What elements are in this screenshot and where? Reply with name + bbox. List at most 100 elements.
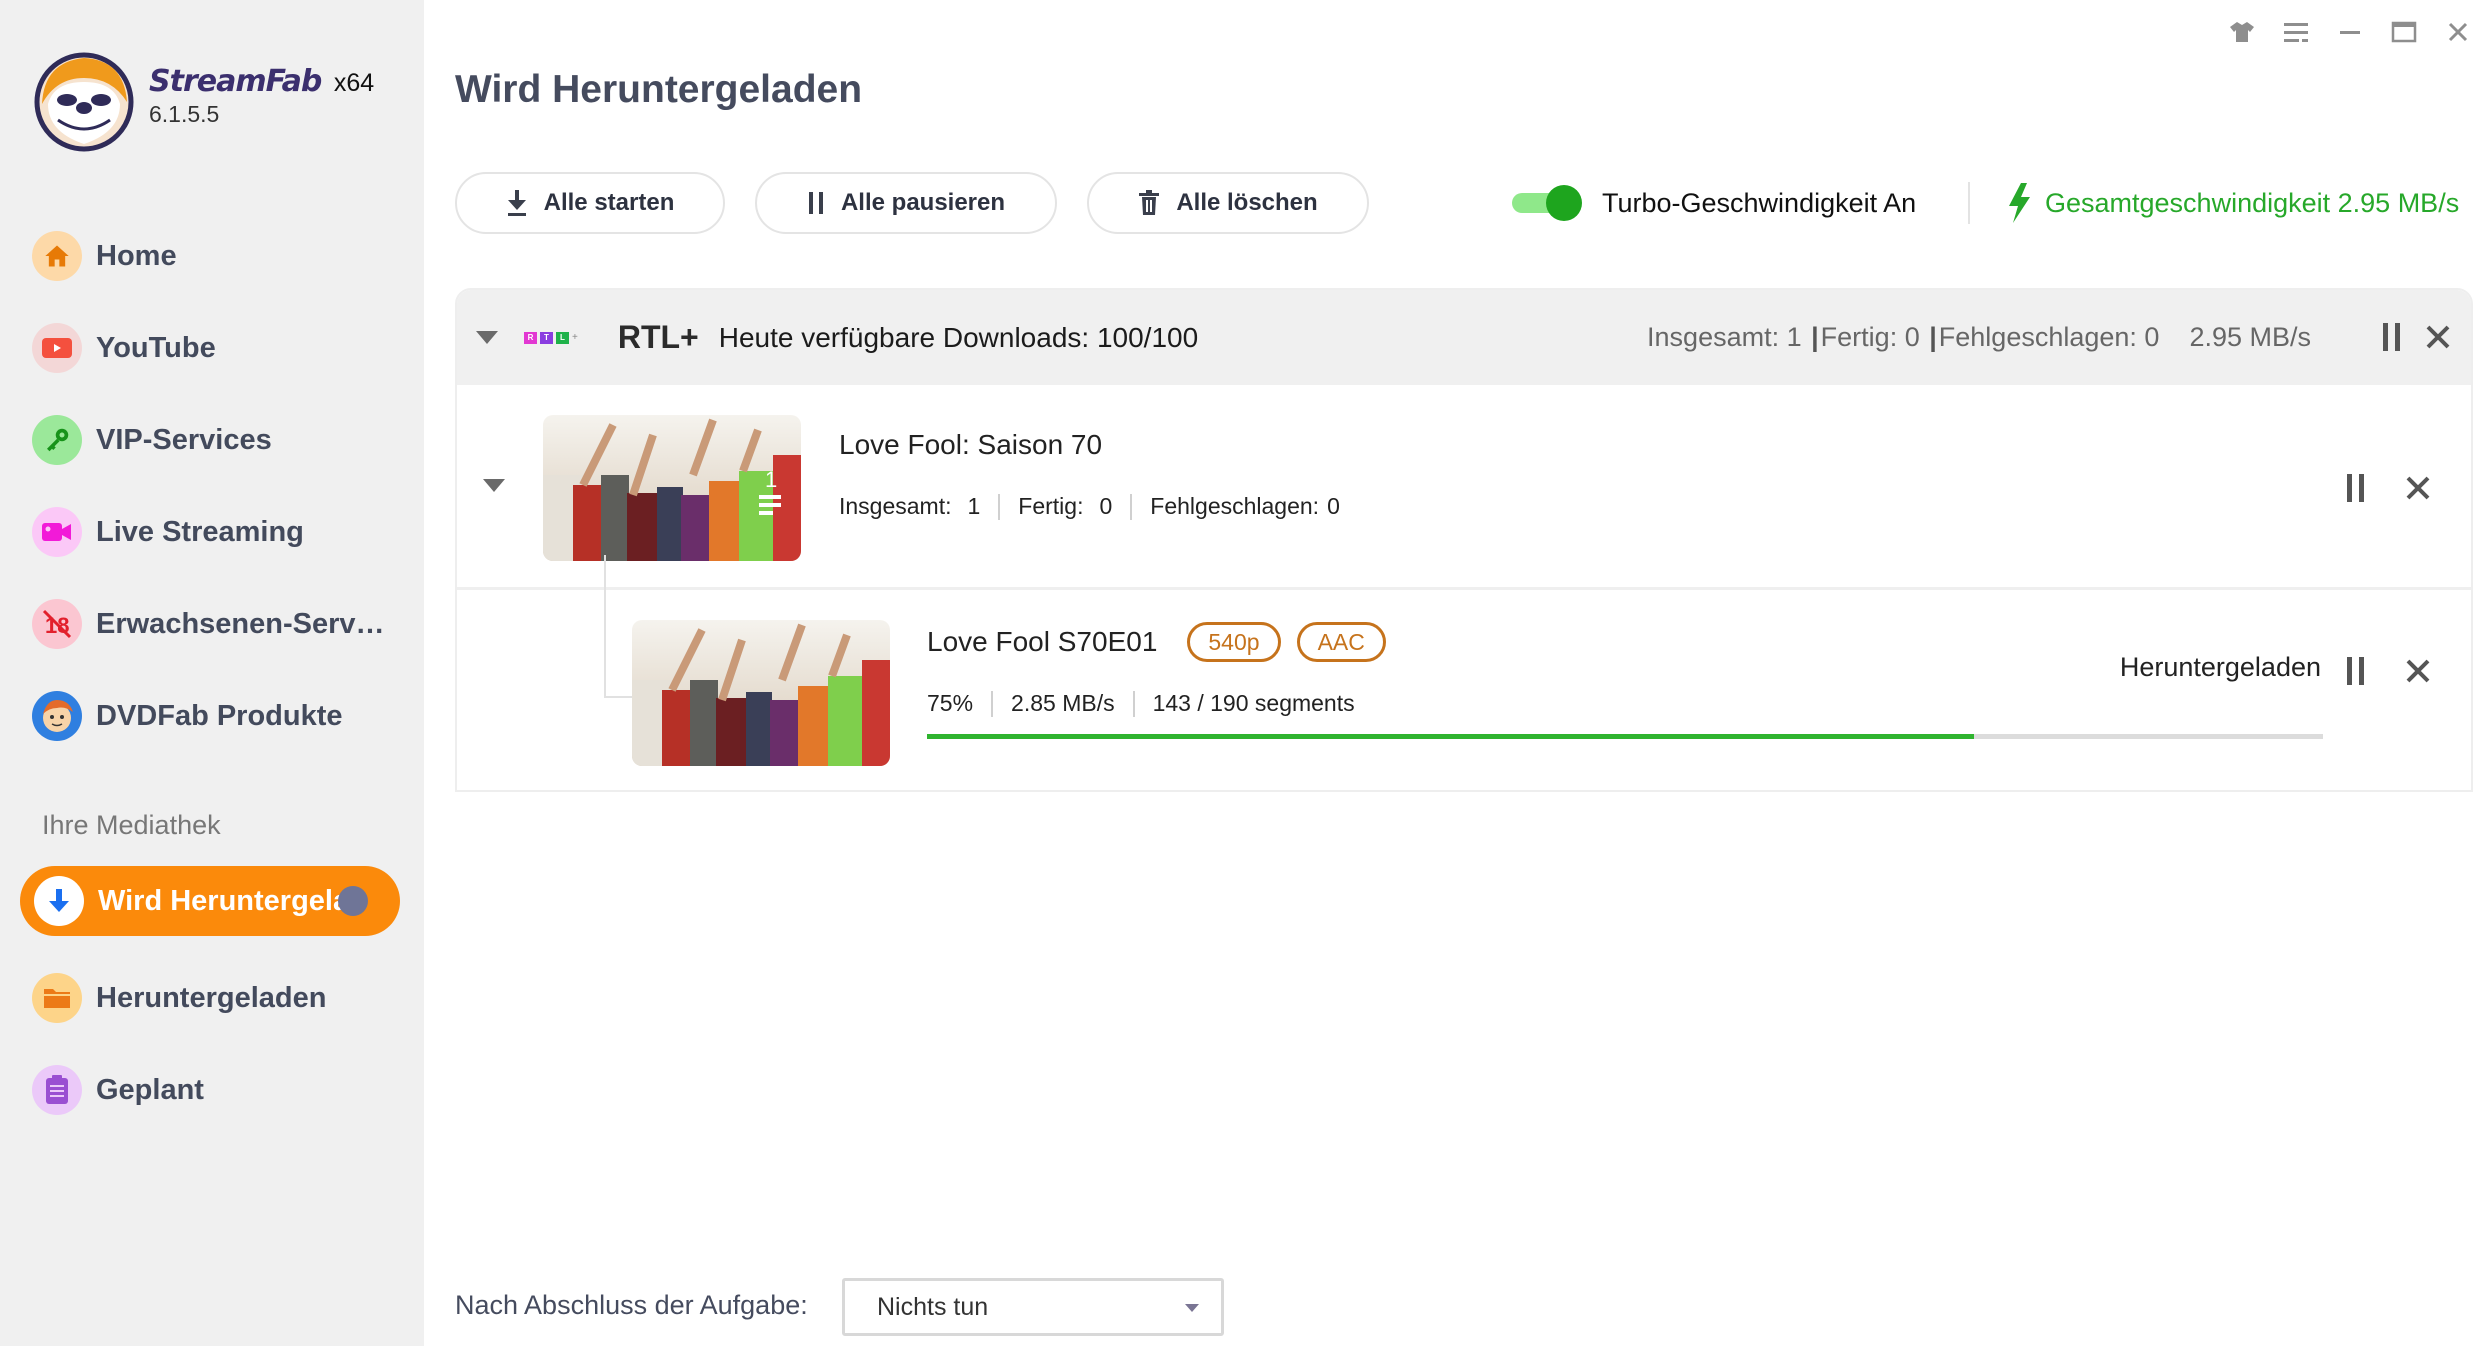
season-total-label: Insgesamt:	[839, 493, 952, 519]
chevron-down-icon	[1185, 1304, 1199, 1312]
sidebar: StreamFab x64 6.1.5.5 Home YouTube VIP-S…	[0, 0, 424, 1346]
rtl-logo-plus: +	[572, 332, 578, 343]
episode-title-line: Love Fool S70E01 540p AAC	[927, 622, 1386, 662]
sidebar-item-label: YouTube	[96, 331, 216, 364]
rtl-plus-logo: R T L +	[524, 331, 578, 344]
season-failed-value: 0	[1327, 493, 1340, 519]
group-done: Fertig: 0	[1820, 322, 1920, 352]
after-task-select[interactable]: Nichts tun	[842, 1278, 1224, 1336]
episode-status: Heruntergeladen	[2119, 652, 2321, 682]
page-title: Wird Heruntergeladen	[455, 68, 863, 111]
episode-thumbnail	[632, 620, 890, 766]
divider	[1968, 182, 1970, 224]
pause-all-label: Alle pausieren	[840, 189, 1006, 216]
schedule-list-icon	[32, 1065, 82, 1115]
close-icon[interactable]	[2442, 14, 2474, 50]
turbo-toggle[interactable]	[1510, 183, 1586, 223]
season-close-button[interactable]	[2405, 475, 2431, 501]
episode-title: Love Fool S70E01	[927, 626, 1158, 657]
after-task-value: Nichts tun	[877, 1292, 989, 1321]
dvdfab-icon	[32, 691, 82, 741]
group-pause-button[interactable]	[2381, 322, 2403, 352]
sidebar-item-youtube[interactable]: YouTube	[32, 318, 216, 378]
separator	[991, 690, 994, 717]
streamfab-logo	[34, 52, 134, 152]
window-controls	[2226, 14, 2474, 50]
total-speed: Gesamtgeschwindigkeit 2.95 MB/s	[2005, 180, 2459, 226]
sidebar-item-home[interactable]: Home	[32, 226, 177, 286]
library-section-label: Ihre Mediathek	[42, 810, 221, 840]
episode-count: 1	[765, 467, 777, 492]
download-progress-bar	[927, 734, 2323, 739]
maximize-icon[interactable]	[2388, 14, 2420, 50]
service-name: RTL+	[617, 319, 699, 355]
delete-all-label: Alle löschen	[1176, 189, 1318, 216]
brand-arch: x64	[333, 69, 375, 97]
brand-name: StreamFab	[149, 64, 322, 99]
after-task-label: Nach Abschluss der Aufgabe:	[455, 1290, 808, 1320]
pause-icon	[808, 192, 823, 214]
sidebar-item-label: Erwachsenen-Serv…	[96, 607, 385, 640]
quality-tag: 540p	[1187, 622, 1281, 662]
menu-icon[interactable]	[2280, 14, 2312, 50]
season-title: Love Fool: Saison 70	[839, 429, 1103, 460]
adult-18-icon: 18	[32, 599, 82, 649]
home-icon	[32, 231, 82, 281]
app-version: 6.1.5.5	[149, 101, 220, 127]
minimize-icon[interactable]	[2334, 14, 2366, 50]
group-failed: Fehlgeschlagen: 0	[1938, 322, 2160, 352]
separator	[1132, 690, 1135, 717]
total-speed-label: Gesamtgeschwindigkeit 2.95 MB/s	[2045, 187, 2460, 218]
separator	[998, 493, 1001, 520]
sidebar-item-scheduled[interactable]: Geplant	[32, 1060, 204, 1120]
group-total: Insgesamt: 1	[1647, 322, 1802, 352]
available-downloads: Heute verfügbare Downloads: 100/100	[718, 321, 1199, 353]
sidebar-item-downloaded[interactable]: Heruntergeladen	[32, 968, 326, 1028]
video-camera-icon	[32, 507, 82, 557]
app-window: StreamFab x64 6.1.5.5 Home YouTube VIP-S…	[0, 0, 2488, 1346]
group-speed: 2.95 MB/s	[2189, 322, 2311, 352]
rtl-logo-letter: R	[524, 331, 537, 344]
pause-all-button[interactable]: Alle pausieren	[755, 172, 1057, 234]
download-arrow-icon	[34, 876, 84, 926]
collapse-group-icon[interactable]	[476, 331, 498, 344]
rtl-logo-letter: T	[540, 331, 553, 344]
lightning-icon	[2009, 183, 2030, 223]
brand: StreamFab x64	[149, 64, 374, 99]
count-badge	[338, 886, 368, 916]
sidebar-item-live-streaming[interactable]: Live Streaming	[32, 502, 304, 562]
group-close-button[interactable]	[2425, 324, 2451, 350]
sidebar-item-adult-services[interactable]: 18 Erwachsenen-Serv…	[32, 594, 385, 654]
key-icon	[32, 415, 82, 465]
youtube-icon	[32, 323, 82, 373]
season-total-value: 1	[967, 493, 981, 519]
season-pause-button[interactable]	[2345, 473, 2367, 503]
skin-icon[interactable]	[2226, 14, 2258, 50]
sidebar-item-label: Geplant	[96, 1073, 204, 1106]
group-header: R T L + RTL+ Heute verfügbare Downloads:…	[457, 290, 2471, 385]
episode-close-button[interactable]	[2405, 658, 2431, 684]
collapse-season-icon[interactable]	[483, 479, 505, 492]
group-stats: Insgesamt: 1 | Fertig: 0 | Fehlgeschlage…	[1647, 290, 2311, 385]
toggle-knob	[1546, 185, 1582, 221]
separator	[1130, 493, 1133, 520]
season-failed-label: Fehlgeschlagen:	[1150, 493, 1320, 519]
episode-percent: 75%	[927, 690, 974, 716]
sidebar-item-dvdfab-products[interactable]: DVDFab Produkte	[32, 686, 343, 746]
sidebar-item-vip-services[interactable]: VIP-Services	[32, 410, 272, 470]
delete-all-button[interactable]: Alle löschen	[1087, 172, 1369, 234]
season-thumbnail: 1	[543, 415, 801, 561]
trash-icon	[1139, 190, 1160, 215]
sidebar-item-downloading[interactable]: Wird Heruntergeladen	[20, 866, 400, 936]
sidebar-item-label: DVDFab Produkte	[96, 699, 343, 732]
sidebar-item-label: Live Streaming	[96, 515, 304, 548]
start-all-button[interactable]: Alle starten	[455, 172, 725, 234]
sidebar-item-label: Wird Heruntergeladen	[98, 884, 348, 917]
progress-fill	[927, 734, 1974, 739]
episode-pause-button[interactable]	[2345, 656, 2367, 686]
season-row: 1 Love Fool: Saison 70 Insgesamt: 1 Fert…	[457, 385, 2471, 590]
episode-stats: 75% 2.85 MB/s 143 / 190 segments	[927, 690, 1355, 717]
folder-icon	[32, 973, 82, 1023]
sidebar-item-label: Heruntergeladen	[96, 981, 327, 1014]
download-icon	[507, 190, 526, 216]
